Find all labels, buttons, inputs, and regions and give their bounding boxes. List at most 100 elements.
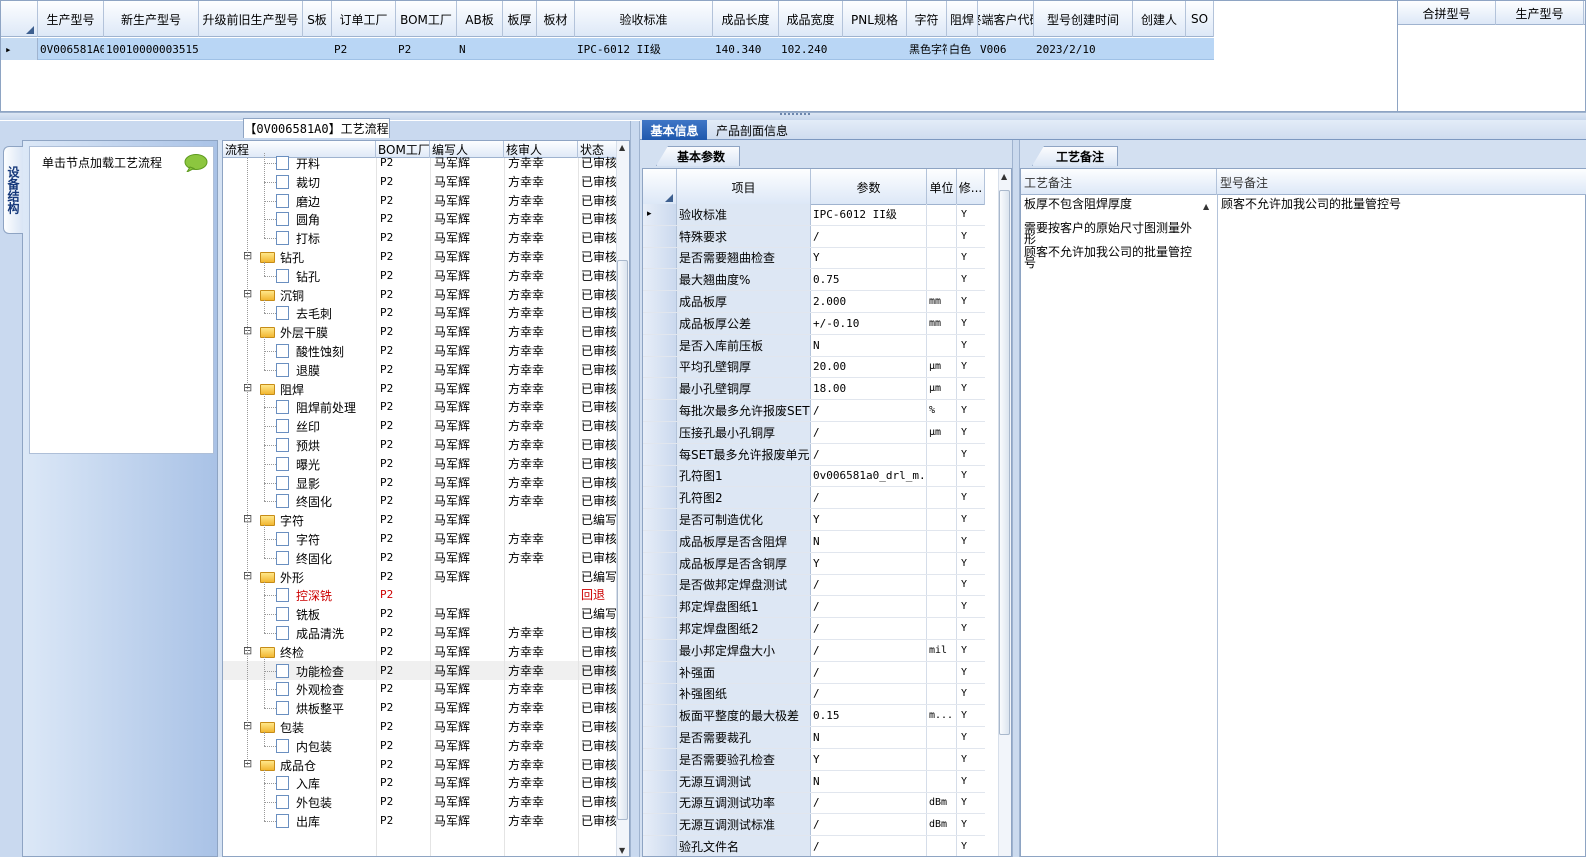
param-row[interactable]: 成品板厚是否含阻焊 N Y (643, 531, 985, 553)
param-row[interactable]: 是否做邦定焊盘测试 / Y (643, 574, 985, 597)
param-value-cell[interactable]: Y (811, 509, 927, 530)
param-modify-cell[interactable]: Y (957, 684, 985, 705)
grid-cell[interactable]: P2 (332, 38, 396, 60)
param-value-cell[interactable]: Y (811, 552, 927, 574)
grid-cell[interactable]: N (457, 38, 503, 60)
grid-cell[interactable]: IPC-6012 II级 (575, 38, 713, 60)
column-header[interactable]: PNL规格 (843, 1, 907, 37)
param-row[interactable]: 孔符图1 0v006581a0_drl_m... Y (643, 465, 985, 488)
param-unit-cell[interactable]: mm (927, 291, 957, 312)
column-header[interactable]: 终端客户代码 (978, 1, 1034, 37)
tree-row[interactable]: 外观检查 P2 马军辉 方幸幸 已审核 (223, 679, 619, 698)
param-row[interactable]: 最小邦定焊盘大小 / mil Y (643, 640, 985, 662)
tree-node[interactable]: ⊟ 字符 (223, 510, 376, 529)
param-row[interactable]: 无源互调测试功率 / dBm Y (643, 792, 985, 815)
tab-product-profile[interactable]: 产品剖面信息 (712, 120, 792, 140)
column-header[interactable]: 新生产型号 (104, 1, 199, 37)
grid-cell[interactable]: 10010000003515 (104, 38, 199, 60)
param-modify-cell[interactable]: Y (957, 771, 985, 792)
param-value-cell[interactable]: 18.00 (811, 378, 927, 400)
param-row[interactable]: 孔符图2/ Y (643, 487, 985, 510)
tree-node[interactable]: 圆角 (223, 209, 376, 228)
param-modify-cell[interactable]: Y (957, 269, 985, 290)
tree-row[interactable]: 控深铣 P2 回退 (223, 585, 619, 604)
param-modify-cell[interactable]: Y (957, 291, 985, 312)
param-modify-cell[interactable]: Y (957, 357, 985, 378)
tree-node[interactable]: 显影 (223, 473, 376, 492)
param-row[interactable]: 是否需要验孔检查 Y Y (643, 749, 985, 771)
tree-node[interactable]: 退膜 (223, 360, 376, 379)
tree-node[interactable]: 外包装 (223, 792, 376, 811)
param-row[interactable]: 验孔文件名 / Y (643, 836, 985, 856)
param-unit-cell[interactable]: mm (927, 313, 957, 334)
tree-node[interactable]: 入库 (223, 773, 376, 792)
tree-node[interactable]: 内包装 (223, 736, 376, 755)
tree-node[interactable]: 丝印 (223, 416, 376, 435)
param-value-cell[interactable]: +/-0.10 (811, 313, 927, 334)
tree-row[interactable]: 入库 P2 马军辉 方幸幸 已审核 (223, 773, 619, 792)
tree-row[interactable]: 预烘 P2 马军辉 方幸幸 已审核 (223, 435, 619, 454)
tab-basic-info[interactable]: 基本信息 (642, 120, 707, 140)
tree-row[interactable]: 裁切 P2 马军辉 方幸幸 已审核 (223, 172, 619, 191)
tree-row[interactable]: 内包装 P2 马军辉 方幸幸 已审核 (223, 736, 619, 755)
grid-cell[interactable]: V006 (978, 38, 1034, 60)
tree-row[interactable]: 圆角 P2 马军辉 方幸幸 已审核 (223, 209, 619, 228)
param-value-cell[interactable]: / (811, 487, 927, 509)
param-value-cell[interactable]: 0v006581a0_drl_m... (811, 465, 927, 487)
tree-node[interactable]: 字符 (223, 529, 376, 548)
param-row[interactable]: 成品板厚公差 +/-0.10 mm Y (643, 313, 985, 335)
tree-row[interactable]: 成品清洗 P2 马军辉 方幸幸 已审核 (223, 623, 619, 642)
param-row[interactable]: 压接孔最小孔铜厚 / μm Y (643, 422, 985, 444)
param-row[interactable]: 平均孔壁铜厚 20.00 μm Y (643, 356, 985, 379)
grid-cell[interactable]: 102.240 (779, 38, 843, 60)
column-header[interactable]: AB板 (457, 1, 503, 37)
center-splitter[interactable] (630, 121, 640, 857)
tree-node[interactable]: 磨边 (223, 191, 376, 210)
grid-cell[interactable]: 白色 (947, 38, 978, 60)
param-modify-cell[interactable]: Y (957, 466, 985, 487)
tree-node[interactable]: 出库 (223, 811, 376, 830)
param-modify-cell[interactable]: Y (957, 727, 985, 748)
tree-node[interactable]: ⊟ 阻焊 (223, 379, 376, 398)
tree-node[interactable]: 烘板整平 (223, 698, 376, 717)
param-column-header[interactable]: 参数 (811, 169, 927, 205)
param-modify-cell[interactable]: Y (957, 400, 985, 421)
tree-node[interactable]: 裁切 (223, 172, 376, 191)
grid-cell[interactable]: 0V006581A0 (38, 38, 104, 60)
grid-cell[interactable]: 140.340 (713, 38, 779, 60)
grid-cell[interactable]: 黑色字符 (907, 38, 947, 60)
param-value-cell[interactable]: / (811, 618, 927, 639)
param-unit-cell[interactable] (927, 225, 957, 247)
param-modify-cell[interactable]: Y (957, 487, 985, 508)
param-unit-cell[interactable] (927, 836, 957, 856)
tree-row[interactable]: ⊟ 外形 P2 马军辉 已编写 (223, 567, 619, 586)
tree-row[interactable]: 出库 P2 马军辉 方幸幸 已审核 (223, 811, 619, 830)
param-unit-cell[interactable] (927, 443, 957, 465)
tree-node[interactable]: 预烘 (223, 435, 376, 454)
param-value-cell[interactable]: / (811, 225, 927, 247)
param-value-cell[interactable]: Y (811, 247, 927, 269)
tree-row[interactable]: ⊟ 终检 P2 马军辉 方幸幸 已审核 (223, 642, 619, 661)
param-column-header[interactable]: 项目 (677, 169, 811, 205)
tree-row[interactable]: ⊟ 成品仓 P2 马军辉 方幸幸 已审核 (223, 755, 619, 774)
param-unit-cell[interactable] (927, 596, 957, 618)
param-row[interactable]: 邦定焊盘图纸1/ Y (643, 596, 985, 619)
param-value-cell[interactable]: IPC-6012 II级 (811, 204, 927, 225)
notes-column-header[interactable]: 型号备注 (1217, 169, 1586, 195)
param-value-cell[interactable]: / (811, 400, 927, 421)
param-modify-cell[interactable]: Y (957, 640, 985, 661)
param-modify-cell[interactable]: Y (957, 422, 985, 443)
param-row[interactable]: 最大翘曲度% 0.75 Y (643, 269, 985, 292)
param-row[interactable]: 每批次最多允许报废SET /% Y (643, 400, 985, 422)
grid-cell[interactable] (843, 38, 907, 60)
param-value-cell[interactable]: / (811, 683, 927, 705)
param-unit-cell[interactable]: mil (927, 640, 957, 661)
column-header[interactable]: 型号创建时间 (1034, 1, 1133, 37)
param-value-cell[interactable]: / (811, 792, 927, 814)
param-modify-cell[interactable]: Y (957, 618, 985, 639)
grid-cell[interactable]: P2 (396, 38, 457, 60)
param-value-cell[interactable]: 0.75 (811, 269, 927, 291)
tab-process-notes[interactable]: 工艺备注 (1032, 146, 1118, 166)
param-unit-cell[interactable]: μm (927, 422, 957, 443)
param-modify-cell[interactable]: Y (957, 509, 985, 530)
